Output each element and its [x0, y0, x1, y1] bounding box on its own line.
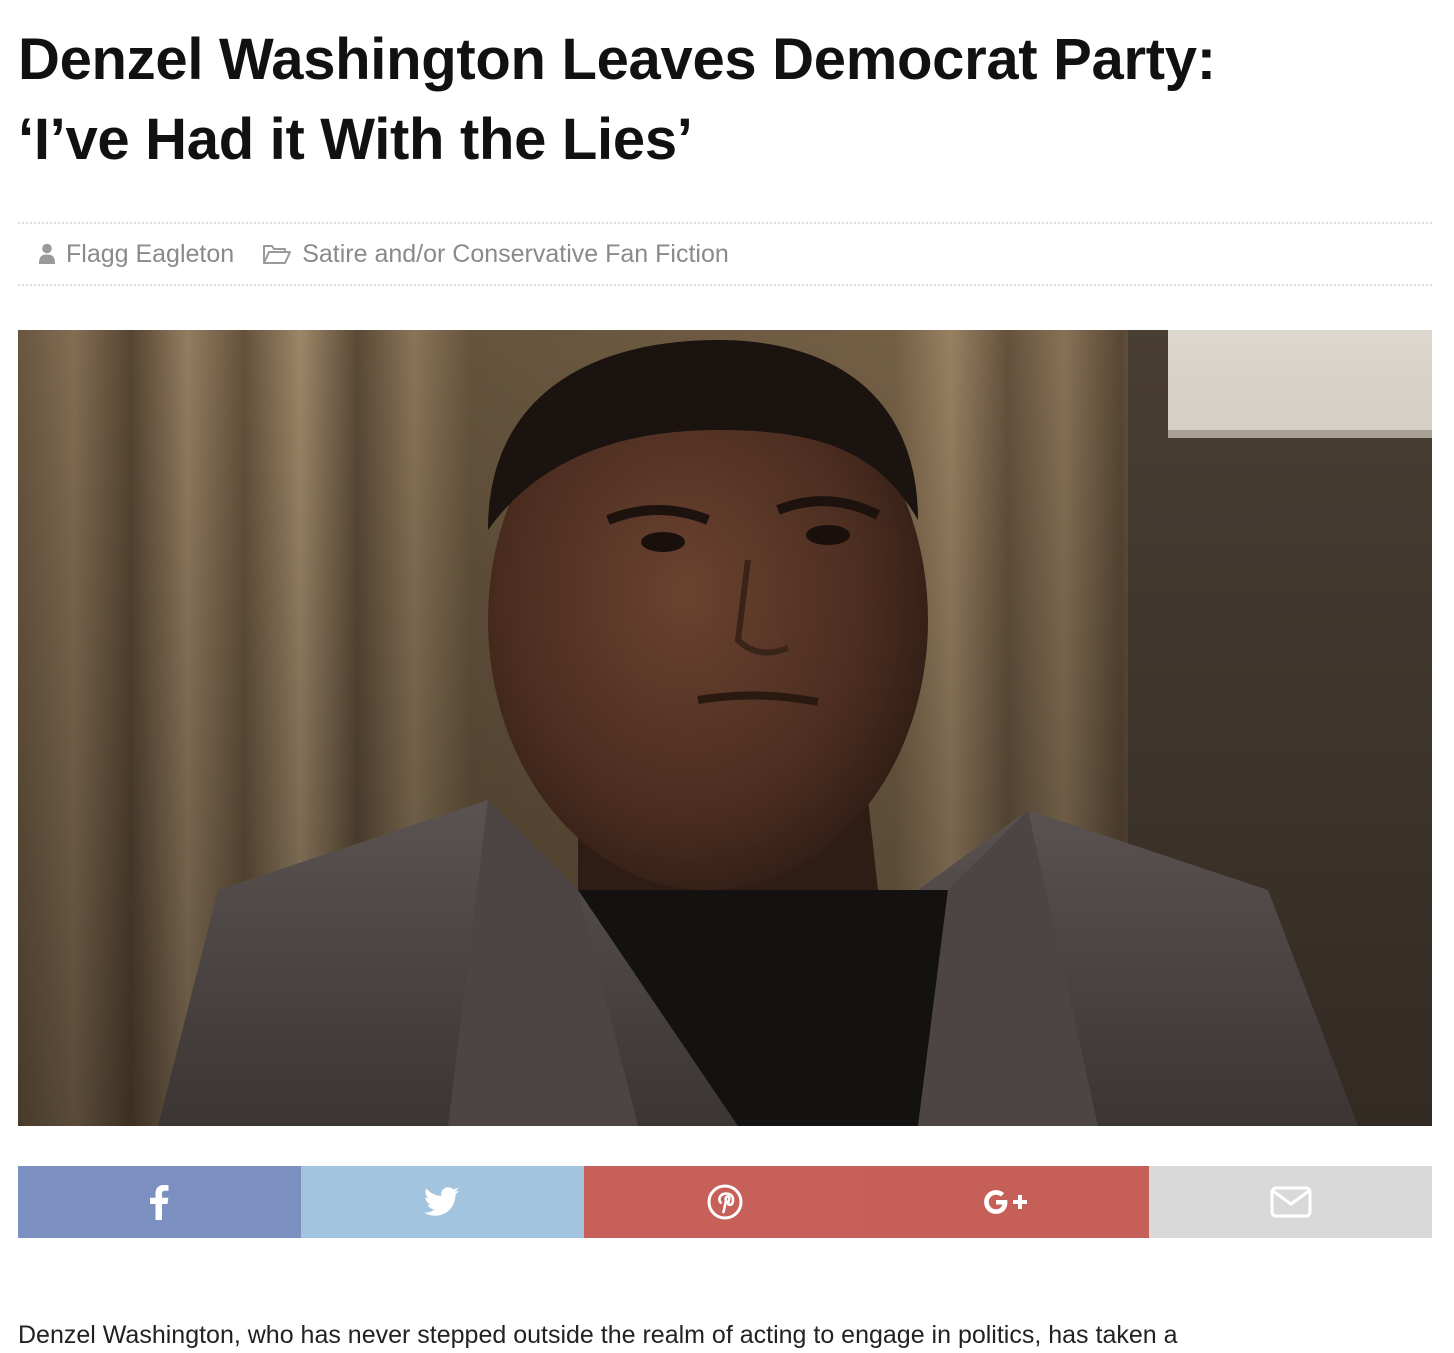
twitter-icon [424, 1187, 460, 1216]
author-link[interactable]: Flagg Eagleton [38, 240, 234, 269]
share-bar [18, 1166, 1432, 1238]
pinterest-icon [707, 1184, 743, 1220]
article-body-first-line: Denzel Washington, who has never stepped… [18, 1321, 1178, 1349]
envelope-icon [1270, 1186, 1312, 1218]
share-twitter-button[interactable] [300, 1166, 584, 1238]
category-link[interactable]: Satire and/or Conservative Fan Fiction [262, 240, 729, 269]
featured-image [18, 330, 1432, 1126]
category-name: Satire and/or Conservative Fan Fiction [302, 239, 729, 268]
title-line-2: ‘I’ve Had it With the Lies’ [18, 107, 693, 172]
share-email-button[interactable] [1149, 1166, 1432, 1238]
facebook-icon [150, 1185, 169, 1220]
article-title: Denzel Washington Leaves Democrat Party:… [18, 0, 1432, 180]
share-facebook-button[interactable] [18, 1166, 301, 1238]
author-name: Flagg Eagleton [66, 239, 235, 268]
folder-open-icon [263, 245, 292, 264]
user-icon [39, 243, 55, 264]
featured-photo [18, 330, 1432, 1126]
share-google-plus-button[interactable] [866, 1166, 1150, 1238]
article-meta: Flagg Eagleton Satire and/or Conservativ… [18, 222, 1432, 286]
article: Denzel Washington Leaves Democrat Party:… [18, 0, 1432, 1349]
title-line-1: Denzel Washington Leaves Democrat Party: [18, 27, 1216, 92]
google-plus-icon [983, 1190, 1027, 1214]
share-pinterest-button[interactable] [583, 1166, 867, 1238]
